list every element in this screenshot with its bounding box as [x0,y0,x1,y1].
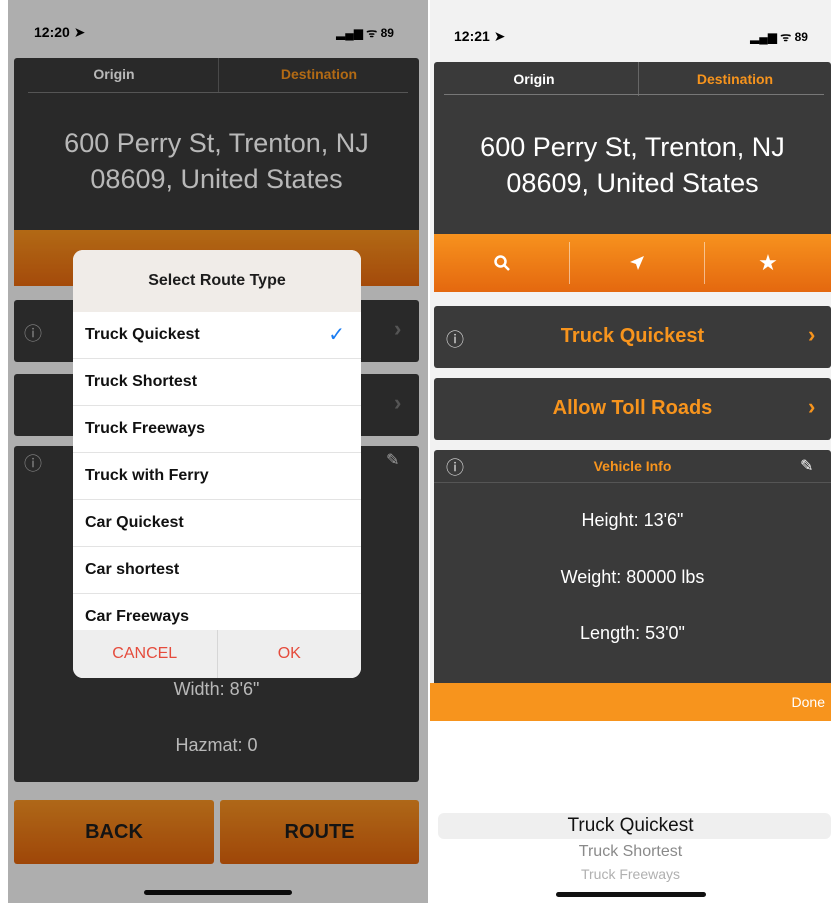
route-picker[interactable]: Truck Quickest Truck Shortest Truck Free… [430,721,831,903]
tab-destination[interactable]: Destination [639,71,831,87]
option-label: Truck Quickest [85,326,200,343]
done-button[interactable]: Done [792,694,825,710]
option-label: Truck with Ferry [85,467,209,484]
route-type-row[interactable]: ⓘ Truck Quickest › [434,306,831,368]
option-car-shortest[interactable]: Car shortest [73,547,361,594]
option-truck-with-ferry[interactable]: Truck with Ferry [73,453,361,500]
address-line2: 08609, United States [506,168,759,198]
option-truck-shortest[interactable]: Truck Shortest [73,359,361,406]
favorite-button[interactable]: ★ [705,234,831,292]
dialog-title: Select Route Type [73,250,361,312]
vehicle-info-card: ⓘ Vehicle Info ✎ Height: 13'6" Weight: 8… [434,450,831,690]
picker-item[interactable]: Truck Shortest [430,843,831,861]
tab-underline [444,94,824,95]
checkmark-icon: ✓ [328,324,345,346]
toll-roads-label: Allow Toll Roads [552,397,713,419]
star-icon: ★ [758,250,778,275]
action-bar: ★ [434,234,831,292]
left-screen: 12:20 ➤ ▂▄▆ ᯤ 89 Origin Destination 600 … [8,0,428,903]
right-screen: 12:21 ➤ ▂▄▆ ᯤ 89 Origin Destination 600 … [430,0,831,903]
option-label: Truck Shortest [85,373,198,390]
chevron-right-icon: › [808,394,816,419]
toll-roads-row[interactable]: Allow Toll Roads › [434,378,831,440]
vehicle-length: Length: 53'0" [580,623,685,643]
status-time: 12:21 ➤ [454,28,506,44]
picker-toolbar: Done [430,683,831,721]
home-indicator [556,892,706,897]
picker-item[interactable]: Truck Freeways [430,866,831,882]
chevron-right-icon: › [808,322,816,347]
search-icon [493,255,510,271]
option-truck-quickest[interactable]: Truck Quickest ✓ [73,312,361,359]
dialog-buttons: CANCEL OK [73,630,361,678]
tab-origin[interactable]: Origin [434,71,634,87]
address-card: Origin Destination 600 Perry St, Trenton… [434,62,831,292]
vehicle-info-title: Vehicle Info [593,458,672,474]
edit-pencil-icon[interactable]: ✎ [800,456,813,476]
ok-button[interactable]: OK [218,630,362,678]
vehicle-weight: Weight: 80000 lbs [560,567,705,587]
tab-divider [638,62,639,96]
option-label: Car Quickest [85,514,184,531]
location-icon [630,256,644,270]
route-type-dialog: Select Route Type Truck Quickest ✓ Truck… [73,250,361,678]
location-button[interactable] [570,234,704,292]
option-car-quickest[interactable]: Car Quickest [73,500,361,547]
vehicle-divider [434,482,831,483]
option-label: Truck Freeways [85,420,206,437]
vehicle-height: Height: 13'6" [581,510,684,530]
option-truck-freeways[interactable]: Truck Freeways [73,406,361,453]
option-label: Car Freeways [85,608,190,625]
search-button[interactable] [434,234,569,292]
cancel-button[interactable]: CANCEL [73,630,218,678]
address-line1: 600 Perry St, Trenton, NJ [480,132,785,162]
status-indicators: ▂▄▆ ᯤ 89 [750,30,808,44]
option-label: Car shortest [85,561,180,578]
route-type-label: Truck Quickest [560,325,705,347]
picker-item-selected[interactable]: Truck Quickest [430,815,831,837]
